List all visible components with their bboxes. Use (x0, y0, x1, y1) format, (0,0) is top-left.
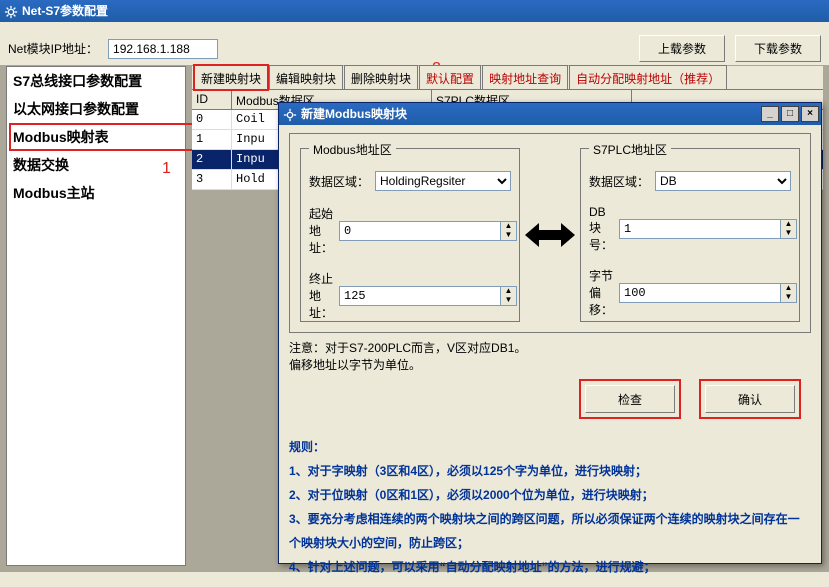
sidebar: S7总线接口参数配置 以太网接口参数配置 Modbus映射表 数据交换 Modb… (6, 66, 186, 566)
db-number-input[interactable]: ▲▼ (619, 219, 797, 239)
tab-delete-block[interactable]: 删除映射块 (344, 65, 418, 89)
start-label: 起始地址： (309, 205, 333, 256)
minimize-icon[interactable]: _ (761, 106, 779, 122)
modbus-area-label: 数据区域： (309, 173, 369, 190)
note-line1: 注意：对于S7-200PLC而言，V区对应DB1。 (289, 339, 811, 356)
address-fieldset: Modbus地址区 数据区域： HoldingRegsiter 起始地址： ▲▼… (289, 133, 811, 333)
tab-query[interactable]: 映射地址查询 (482, 65, 568, 89)
sidebar-item-modbus-master[interactable]: Modbus主站 (7, 179, 185, 207)
window-title: Net-S7参数配置 (22, 0, 108, 22)
tab-auto-assign[interactable]: 自动分配映射地址（推荐） (569, 65, 727, 89)
top-toolbar: Net模块IP地址： 上载参数 下载参数 (0, 22, 829, 66)
check-button[interactable]: 检查 (585, 385, 675, 413)
tab-edit-block[interactable]: 编辑映射块 (269, 65, 343, 89)
ip-input[interactable] (108, 39, 218, 59)
modbus-address-group: Modbus地址区 数据区域： HoldingRegsiter 起始地址： ▲▼… (300, 148, 520, 322)
db-label: DB块号： (589, 205, 613, 253)
main-titlebar: Net-S7参数配置 (0, 0, 829, 22)
ok-button[interactable]: 确认 (705, 385, 795, 413)
tab-new-block[interactable]: 新建映射块 (194, 65, 268, 89)
new-mapping-dialog: 新建Modbus映射块 _ □ × 3 Modbus地址区 数据区域： Hold… (278, 102, 822, 564)
rule-3: 3、要充分考虑相连续的两个映射块之间的跨区问题，所以必须保证两个连续的映射块之间… (289, 507, 811, 555)
col-id: ID (192, 90, 232, 109)
dialog-title: 新建Modbus映射块 (301, 103, 407, 125)
s7-area-select[interactable]: DB (655, 171, 791, 191)
dialog-titlebar: 新建Modbus映射块 _ □ × (279, 103, 821, 125)
maximize-icon[interactable]: □ (781, 106, 799, 122)
arrow-icon (520, 148, 580, 322)
sidebar-item-exchange[interactable]: 数据交换 (7, 151, 185, 179)
sidebar-item-modbus-map[interactable]: Modbus映射表 (7, 123, 185, 151)
upload-button[interactable]: 上载参数 (639, 35, 725, 62)
offset-label: 字节偏移： (589, 267, 613, 318)
gear-icon (4, 4, 18, 18)
s7-legend: S7PLC地址区 (589, 141, 671, 158)
close-icon[interactable]: × (801, 106, 819, 122)
s7-address-group: S7PLC地址区 数据区域： DB DB块号： ▲▼ 字节偏移： ▲▼ (580, 148, 800, 322)
start-address-input[interactable]: ▲▼ (339, 221, 517, 241)
note-line2: 偏移地址以字节为单位。 (289, 356, 811, 373)
tab-default-config[interactable]: 默认配置 (419, 65, 481, 89)
end-address-input[interactable]: ▲▼ (339, 286, 517, 306)
rules-heading: 规则： (289, 435, 811, 459)
rule-2: 2、对于位映射（0区和1区），必须以2000个位为单位，进行块映射； (289, 483, 811, 507)
end-label: 终止地址： (309, 270, 333, 321)
ip-label: Net模块IP地址： (8, 40, 98, 57)
download-button[interactable]: 下载参数 (735, 35, 821, 62)
sidebar-item-s7bus[interactable]: S7总线接口参数配置 (7, 67, 185, 95)
s7-area-label: 数据区域： (589, 173, 649, 190)
modbus-legend: Modbus地址区 (309, 141, 396, 158)
gear-icon (283, 107, 297, 121)
rule-4: 4、针对上述问题，可以采用“自动分配映射地址”的方法，进行规避； (289, 555, 811, 579)
modbus-area-select[interactable]: HoldingRegsiter (375, 171, 511, 191)
tab-bar: 新建映射块 编辑映射块 删除映射块 默认配置 映射地址查询 自动分配映射地址（推… (192, 66, 823, 90)
rules-block: 规则： 1、对于字映射（3区和4区），必须以125个字为单位，进行块映射； 2、… (289, 435, 811, 579)
rule-1: 1、对于字映射（3区和4区），必须以125个字为单位，进行块映射； (289, 459, 811, 483)
sidebar-item-ethernet[interactable]: 以太网接口参数配置 (7, 95, 185, 123)
byte-offset-input[interactable]: ▲▼ (619, 283, 797, 303)
